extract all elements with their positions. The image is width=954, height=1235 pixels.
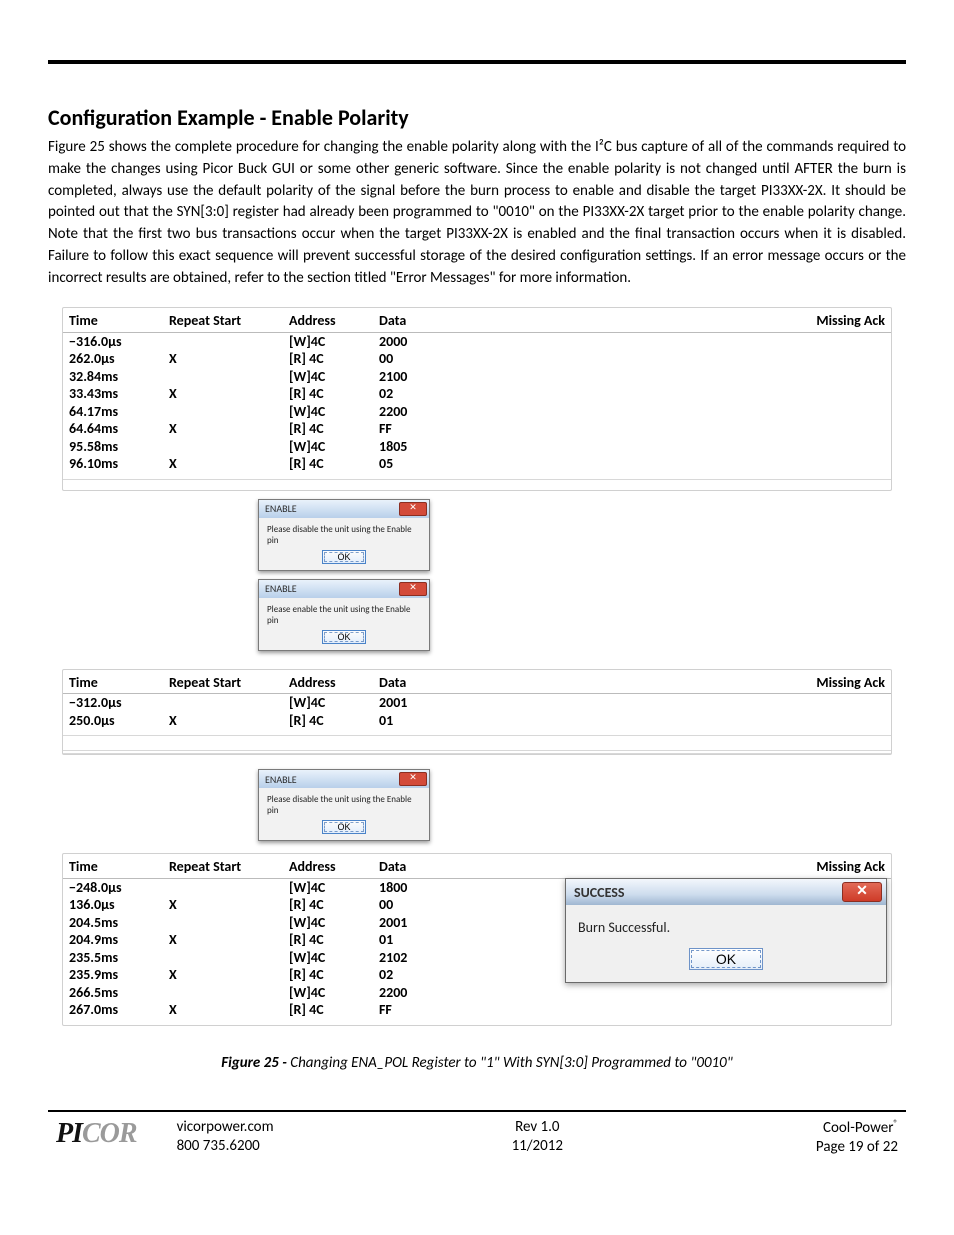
dialog-success: SUCCESS ✕ Burn Successful. OK: [565, 878, 887, 983]
dialog-message: Please enable the unit using the Enable …: [259, 598, 429, 630]
bus-capture-table-2: Time Repeat Start Address Data Missing A…: [62, 669, 892, 756]
table-row: 64.17ms[W]4C2200: [63, 403, 891, 421]
table-row: 250.0µsX[R] 4C01: [63, 712, 891, 730]
page-top-rule: [48, 60, 906, 64]
footer-phone: 800 735.6200: [177, 1137, 417, 1157]
dialog-title: ENABLE: [265, 502, 297, 515]
footer-date: 11/2012: [417, 1137, 657, 1157]
dialog-message: Please disable the unit using the Enable…: [259, 788, 429, 820]
close-icon[interactable]: ✕: [399, 502, 427, 516]
table-row: 262.0µsX[R] 4C00: [63, 350, 891, 368]
page-footer: PICOR vicorpower.com 800 735.6200 Rev 1.…: [48, 1118, 906, 1158]
col-time: Time: [69, 312, 169, 330]
table-row: −316.0µs[W]4C2000: [63, 333, 891, 351]
dialog-enable-enable: ENABLE ✕ Please enable the unit using th…: [258, 579, 430, 651]
dialog-enable-disable-2: ENABLE ✕ Please disable the unit using t…: [258, 769, 430, 841]
ok-button[interactable]: OK: [322, 630, 365, 644]
ok-button[interactable]: OK: [689, 948, 763, 970]
close-icon[interactable]: ✕: [399, 582, 427, 596]
ok-button[interactable]: OK: [322, 550, 365, 564]
table-row: 95.58ms[W]4C1805: [63, 438, 891, 456]
dialog-message: Please disable the unit using the Enable…: [259, 518, 429, 550]
table-row: 96.10msX[R] 4C05: [63, 455, 891, 473]
footer-page: Page 19 of 22: [658, 1138, 898, 1158]
close-icon[interactable]: ✕: [399, 772, 427, 786]
bus-capture-table-3: Time Repeat Start Address Data Missing A…: [62, 853, 892, 1026]
picor-logo: PICOR: [56, 1118, 137, 1150]
footer-website: vicorpower.com: [177, 1118, 417, 1138]
dialog-title: ENABLE: [265, 773, 297, 786]
dialog-enable-disable-1: ENABLE ✕ Please disable the unit using t…: [258, 499, 430, 571]
footer-product: Cool-Power®: [658, 1118, 898, 1139]
table-row: 32.84ms[W]4C2100: [63, 368, 891, 386]
dialog-title: ENABLE: [265, 582, 297, 595]
figure-caption: Figure 25 - Changing ENA_POL Register to…: [48, 1054, 906, 1072]
close-icon[interactable]: ✕: [842, 882, 882, 902]
table-row: 266.5ms[W]4C2200: [63, 984, 891, 1002]
col-missing-ack: Missing Ack: [785, 312, 885, 330]
footer-rule: [48, 1110, 906, 1112]
col-repeat: Repeat Start: [169, 312, 289, 330]
dialog-title: SUCCESS: [574, 884, 625, 901]
table-row: 267.0msX[R] 4CFF: [63, 1001, 891, 1019]
footer-rev: Rev 1.0: [417, 1118, 657, 1138]
table-row: −312.0µs[W]4C2001: [63, 694, 891, 712]
bus-capture-table-1: Time Repeat Start Address Data Missing A…: [62, 307, 892, 491]
col-address: Address: [289, 312, 379, 330]
section-paragraph: Figure 25 shows the complete procedure f…: [48, 137, 906, 289]
section-heading: Configuration Example - Enable Polarity: [48, 104, 906, 131]
table-row: 33.43msX[R] 4C02: [63, 385, 891, 403]
dialog-message: Burn Successful.: [566, 905, 886, 940]
col-data: Data: [379, 312, 459, 330]
ok-button[interactable]: OK: [322, 820, 365, 834]
table-row: 64.64msX[R] 4CFF: [63, 420, 891, 438]
